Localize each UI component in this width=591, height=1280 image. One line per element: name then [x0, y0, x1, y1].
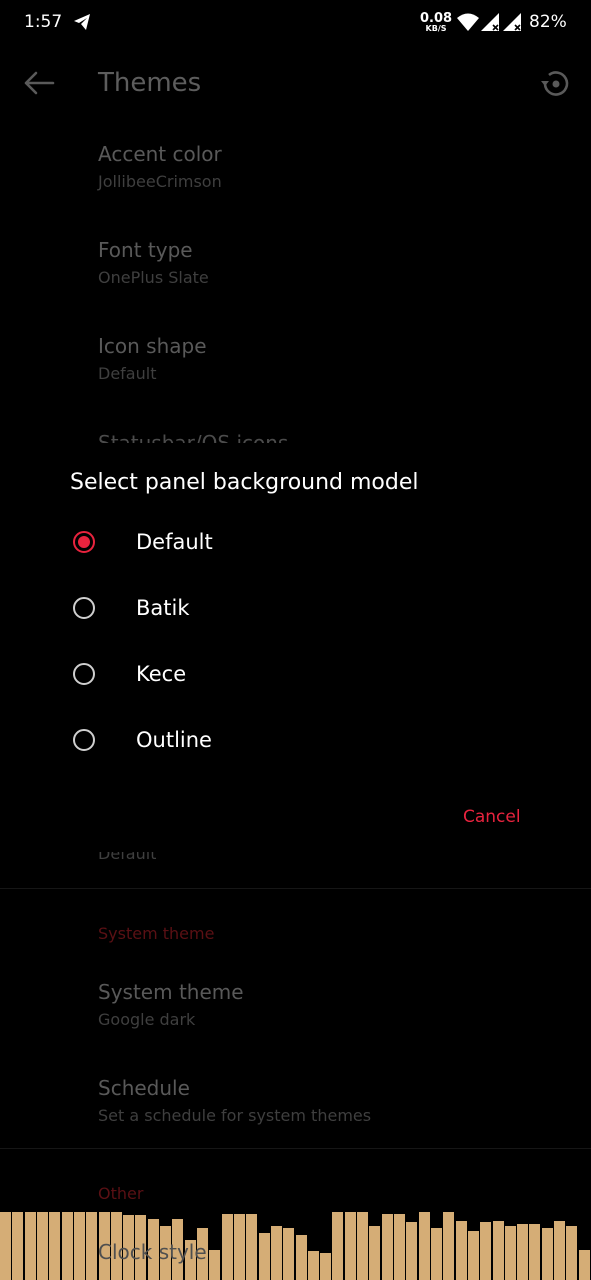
- visualizer-bar: [86, 1212, 97, 1280]
- visualizer-bar: [406, 1222, 417, 1280]
- setting-value: Set a schedule for system themes: [98, 1106, 372, 1125]
- option-label: Batik: [136, 596, 190, 620]
- setting-schedule[interactable]: Schedule Set a schedule for system theme…: [98, 1076, 371, 1125]
- setting-value: Google dark: [98, 1010, 196, 1029]
- setting-clock-style[interactable]: Clock style: [98, 1240, 207, 1264]
- setting-partial-value: Default: [98, 852, 156, 864]
- option-default[interactable]: Default: [62, 517, 542, 573]
- page-title: Themes: [98, 68, 202, 98]
- option-outline[interactable]: Outline: [62, 715, 542, 771]
- signal-icon: [503, 13, 521, 31]
- arrow-left-icon[interactable]: [22, 68, 56, 98]
- divider: [0, 888, 591, 889]
- option-label: Default: [136, 530, 213, 554]
- panel-background-dialog: Select panel background model Default Ba…: [0, 443, 591, 849]
- option-label: Kece: [136, 662, 187, 686]
- visualizer-bar: [308, 1251, 319, 1280]
- visualizer-bar: [222, 1214, 233, 1280]
- section-header-system-theme: System theme: [98, 924, 215, 943]
- visualizer-bar: [246, 1214, 257, 1280]
- setting-value: Default: [98, 364, 157, 383]
- visualizer-bar: [271, 1226, 282, 1280]
- visualizer-bar: [529, 1224, 540, 1280]
- radio-button[interactable]: [73, 663, 95, 685]
- visualizer-bar: [12, 1212, 23, 1280]
- visualizer-bar: [480, 1222, 491, 1280]
- setting-title: Icon shape: [98, 334, 207, 358]
- setting-system-theme[interactable]: System theme Google dark: [98, 980, 244, 1029]
- setting-font-type[interactable]: Font type OnePlus Slate: [98, 238, 209, 287]
- visualizer-bar: [394, 1214, 405, 1280]
- setting-value: OnePlus Slate: [98, 268, 209, 287]
- visualizer-bar: [468, 1231, 479, 1280]
- setting-title: Font type: [98, 238, 193, 262]
- visualizer-bar: [209, 1250, 220, 1280]
- visualizer-bar: [259, 1233, 270, 1280]
- music-visualizer: [0, 1208, 591, 1280]
- visualizer-bar: [542, 1228, 553, 1280]
- visualizer-bar: [505, 1226, 516, 1280]
- visualizer-bar: [554, 1221, 565, 1280]
- radio-button[interactable]: [73, 729, 95, 751]
- visualizer-bar: [369, 1226, 380, 1280]
- telegram-icon: [74, 14, 90, 30]
- setting-value: JollibeeCrimson: [98, 172, 222, 191]
- section-header-other: Other: [98, 1184, 144, 1203]
- cancel-button[interactable]: Cancel: [463, 807, 521, 827]
- divider: [0, 1148, 591, 1149]
- visualizer-bar: [579, 1250, 590, 1280]
- visualizer-bar: [456, 1221, 467, 1280]
- visualizer-bar: [49, 1212, 60, 1280]
- setting-icon-shape[interactable]: Icon shape Default: [98, 334, 207, 383]
- visualizer-bar: [25, 1212, 36, 1280]
- visualizer-bar: [431, 1228, 442, 1280]
- visualizer-bar: [37, 1212, 48, 1280]
- visualizer-bar: [283, 1228, 294, 1280]
- option-label: Outline: [136, 728, 212, 752]
- visualizer-bar: [566, 1226, 577, 1280]
- option-batik[interactable]: Batik: [62, 583, 542, 639]
- signal-icon: [481, 13, 499, 31]
- status-bar: 1:57 0.08 KB/S 82%: [0, 0, 591, 44]
- setting-value: Default: [98, 852, 157, 863]
- visualizer-bar: [345, 1212, 356, 1280]
- setting-title: System theme: [98, 980, 244, 1004]
- visualizer-bar: [74, 1212, 85, 1280]
- radio-button-selected[interactable]: [73, 531, 95, 553]
- app-bar: Themes: [0, 56, 591, 112]
- radio-button[interactable]: [73, 597, 95, 619]
- visualizer-bar: [357, 1212, 368, 1280]
- visualizer-bar: [320, 1253, 331, 1280]
- visualizer-bar: [443, 1212, 454, 1280]
- visualizer-bar: [332, 1212, 343, 1280]
- visualizer-bar: [62, 1212, 73, 1280]
- network-speed: 0.08 KB/S: [420, 12, 452, 33]
- visualizer-bar: [382, 1214, 393, 1280]
- battery-percent: 82%: [529, 12, 567, 32]
- visualizer-bar: [296, 1235, 307, 1280]
- status-time: 1:57: [24, 12, 63, 32]
- setting-title: Accent color: [98, 142, 222, 166]
- visualizer-bar: [0, 1212, 11, 1280]
- setting-title: Schedule: [98, 1076, 190, 1100]
- visualizer-bar: [517, 1224, 528, 1280]
- visualizer-bar: [419, 1212, 430, 1280]
- wifi-icon: [457, 13, 479, 31]
- option-kece[interactable]: Kece: [62, 649, 542, 705]
- visualizer-bar: [234, 1214, 245, 1280]
- dialog-title: Select panel background model: [70, 470, 419, 495]
- visualizer-bar: [493, 1221, 504, 1280]
- history-reset-icon[interactable]: [538, 68, 572, 100]
- setting-accent-color[interactable]: Accent color JollibeeCrimson: [98, 142, 222, 191]
- setting-statusbar-icons-partial: Statusbar/QS icons: [98, 431, 289, 443]
